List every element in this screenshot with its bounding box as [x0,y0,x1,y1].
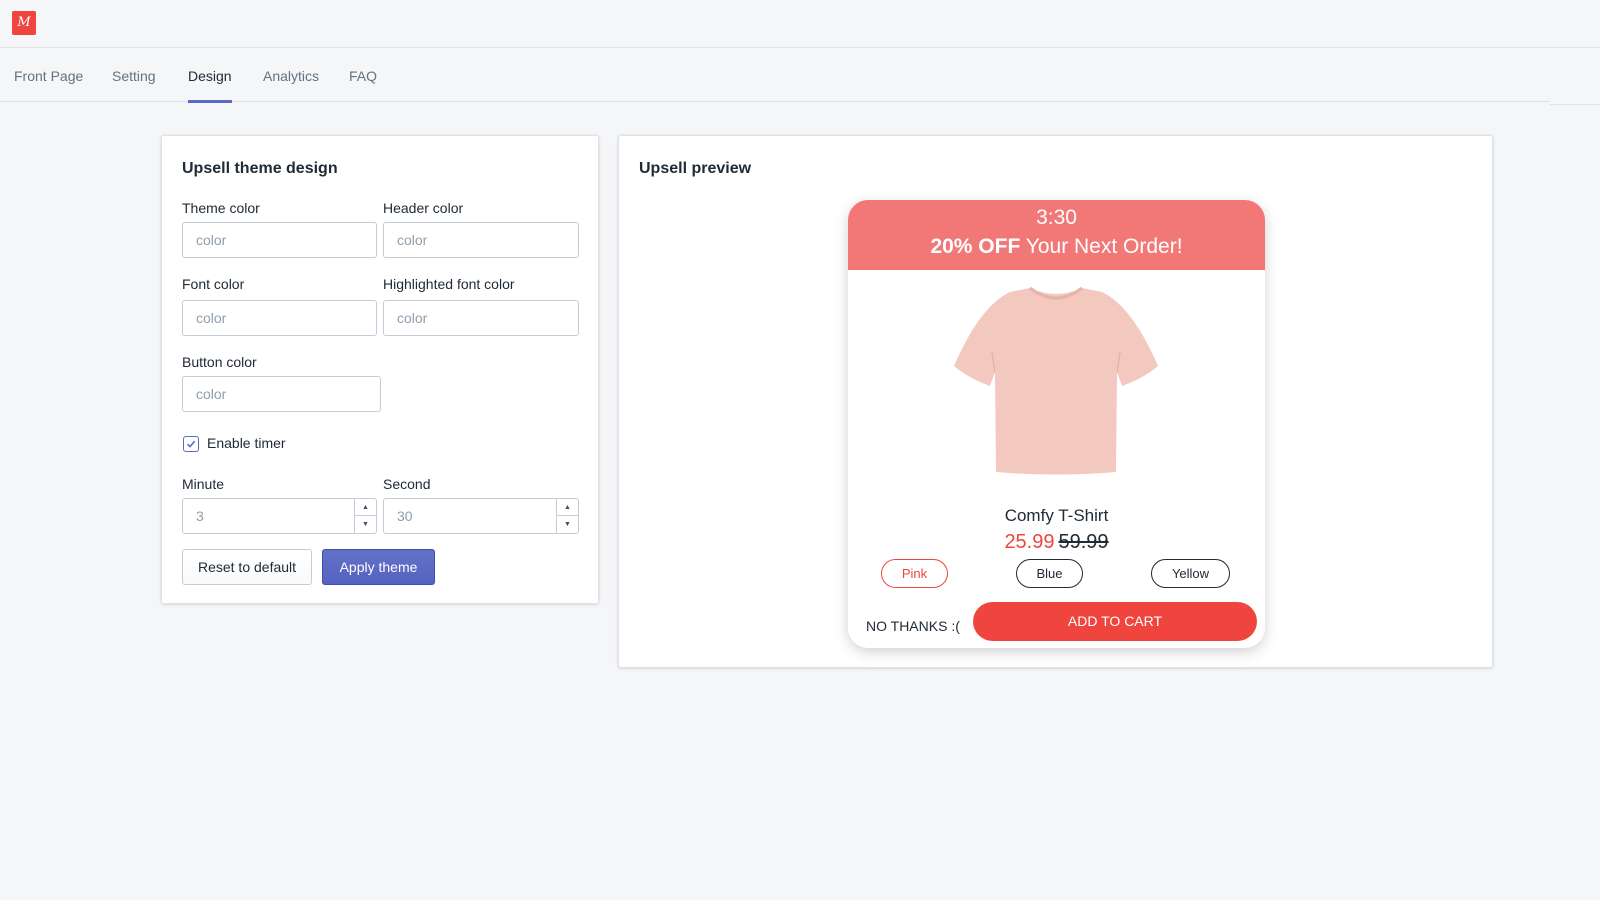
brand-logo-icon[interactable]: M [12,11,36,35]
header-color-label: Header color [383,200,464,216]
product-prices: 25.99 59.99 [848,531,1265,554]
font-color-label: Font color [182,276,245,292]
theme-design-card: Upsell theme design Theme color Header c… [161,135,599,604]
top-bar: M [0,0,1600,48]
tab-faq[interactable]: FAQ [349,49,377,102]
highlighted-font-color-input[interactable] [383,300,579,336]
second-label: Second [383,476,431,492]
tab-bar: Front Page Setting Design Analytics FAQ [0,49,1550,103]
popup-header: 3:30 20% OFF Your Next Order! [848,200,1265,270]
product-name: Comfy T-Shirt [1004,506,1109,525]
tab-front-page[interactable]: Front Page [14,49,83,102]
enable-timer-checkbox[interactable] [183,436,199,452]
variant-yellow[interactable]: Yellow [1151,559,1230,588]
highlighted-font-color-label: Highlighted font color [383,276,515,292]
minute-value: 3 [196,508,204,524]
second-value: 30 [397,508,413,524]
second-input[interactable]: 30 ▲ ▼ [383,498,579,534]
theme-color-input[interactable] [182,222,377,258]
caret-down-icon: ▼ [362,521,369,528]
offer-headline: 20% OFF Your Next Order! [848,235,1265,259]
minute-increment-button[interactable]: ▲ [354,499,376,516]
button-color-label: Button color [182,354,257,370]
apply-theme-button[interactable]: Apply theme [322,549,435,585]
checkmark-icon [186,440,196,448]
upsell-preview-title: Upsell preview [639,160,752,177]
reset-to-default-button[interactable]: Reset to default [182,549,312,585]
minute-label: Minute [182,476,225,492]
caret-up-icon: ▲ [362,504,369,511]
tab-setting[interactable]: Setting [112,49,156,102]
enable-timer-label: Enable timer [207,435,286,451]
variant-pink[interactable]: Pink [881,559,948,588]
offer-headline-rest: Your Next Order! [1020,235,1183,258]
tab-design[interactable]: Design [188,49,232,103]
tab-bar-extension [1550,49,1600,105]
variant-blue[interactable]: Blue [1016,559,1083,588]
second-increment-button[interactable]: ▲ [556,499,578,516]
no-thanks-link[interactable]: NO THANKS :( [866,618,960,634]
tab-analytics[interactable]: Analytics [263,49,319,102]
header-color-input[interactable] [383,222,579,258]
sale-price: 25.99 [1004,531,1055,553]
font-color-input[interactable] [182,300,377,336]
theme-design-title: Upsell theme design [182,160,338,177]
second-decrement-button[interactable]: ▼ [556,516,578,533]
countdown-timer: 3:30 [1036,206,1077,229]
original-price: 59.99 [1058,531,1109,553]
minute-input[interactable]: 3 ▲ ▼ [182,498,377,534]
add-to-cart-button[interactable]: ADD TO CART [973,602,1257,641]
tshirt-image [954,286,1158,475]
minute-decrement-button[interactable]: ▼ [354,516,376,533]
caret-down-icon: ▼ [564,521,571,528]
offer-headline-bold: 20% OFF [930,235,1021,258]
button-color-input[interactable] [182,376,381,412]
upsell-popup: 3:30 20% OFF Your Next Order! Comfy T-Sh… [848,200,1265,648]
upsell-preview-card: Upsell preview 3:30 20% OFF Your Next Or… [618,135,1493,668]
caret-up-icon: ▲ [564,504,571,511]
theme-color-label: Theme color [182,200,260,216]
